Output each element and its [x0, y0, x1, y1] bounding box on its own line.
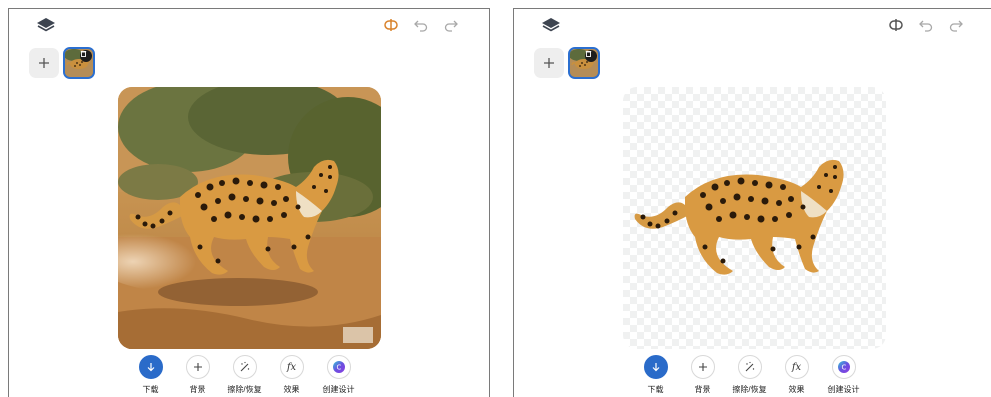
plus-icon	[544, 58, 554, 68]
svg-text:C: C	[336, 364, 341, 372]
effects-action[interactable]: fx 效果	[773, 355, 820, 395]
compare-icon[interactable]	[888, 18, 904, 32]
effects-action[interactable]: fx 效果	[268, 355, 315, 395]
action-bar: 下载 背景 擦除/恢复 fx 效果 C 创建设计	[632, 355, 867, 395]
create-design-label: 创建设计	[322, 385, 355, 394]
background-button[interactable]	[185, 355, 210, 379]
effects-label: 效果	[788, 385, 805, 394]
design-logo-icon: C	[332, 361, 345, 373]
image-thumbnail-row	[534, 47, 600, 79]
design-logo-icon: C	[837, 361, 850, 373]
leopard-photo	[118, 87, 381, 349]
create-design-label: 创建设计	[827, 385, 860, 394]
redo-icon[interactable]	[948, 18, 964, 32]
erase-restore-label: 擦除/恢复	[227, 385, 262, 394]
trash-icon	[585, 50, 592, 57]
delete-thumbnail-button[interactable]	[80, 50, 92, 62]
add-image-button[interactable]	[534, 48, 564, 78]
create-design-button[interactable]: C	[326, 355, 351, 379]
editor-panel-original: 下载 背景 擦除/恢复 fx 效果 C 创建设计	[8, 8, 490, 397]
effects-label: 效果	[283, 385, 300, 394]
effects-button[interactable]: fx	[279, 355, 304, 379]
background-action[interactable]: 背景	[174, 355, 221, 395]
trash-icon	[80, 50, 87, 57]
image-canvas[interactable]	[118, 87, 381, 349]
background-label: 背景	[189, 385, 206, 394]
svg-text:C: C	[841, 364, 846, 372]
delete-thumbnail-button[interactable]	[585, 50, 597, 62]
editor-panel-background-removed: 下载 背景 擦除/恢复 fx 效果 C 创建设计	[513, 8, 991, 397]
undo-icon[interactable]	[918, 18, 934, 32]
download-action[interactable]: 下载	[632, 355, 679, 395]
magic-wand-icon	[240, 361, 249, 372]
download-button[interactable]	[643, 355, 668, 379]
create-design-button[interactable]: C	[831, 355, 856, 379]
image-thumbnail[interactable]	[568, 47, 600, 79]
redo-icon[interactable]	[443, 18, 459, 32]
erase-restore-action[interactable]: 擦除/恢复	[221, 355, 268, 395]
add-image-button[interactable]	[29, 48, 59, 78]
erase-restore-button[interactable]	[232, 355, 257, 379]
erase-restore-action[interactable]: 擦除/恢复	[726, 355, 773, 395]
action-bar: 下载 背景 擦除/恢复 fx 效果 C 创建设计	[127, 355, 362, 395]
layers-icon[interactable]	[540, 16, 562, 34]
download-icon	[147, 363, 154, 372]
download-button[interactable]	[138, 355, 163, 379]
background-button[interactable]	[690, 355, 715, 379]
download-label: 下载	[647, 385, 664, 394]
download-action[interactable]: 下载	[127, 355, 174, 395]
image-thumbnail-row	[29, 47, 95, 79]
undo-icon[interactable]	[413, 18, 429, 32]
layers-icon[interactable]	[35, 16, 57, 34]
download-label: 下载	[142, 385, 159, 394]
create-design-action[interactable]: C 创建设计	[820, 355, 867, 395]
leopard-cutout	[634, 159, 844, 275]
download-icon	[652, 363, 659, 372]
fx-icon: fx	[791, 361, 802, 373]
erase-restore-label: 擦除/恢复	[732, 385, 767, 394]
erase-restore-button[interactable]	[737, 355, 762, 379]
plus-icon	[698, 363, 707, 371]
plus-icon	[193, 363, 202, 371]
image-thumbnail[interactable]	[63, 47, 95, 79]
image-canvas[interactable]	[623, 87, 886, 349]
magic-wand-icon	[745, 361, 754, 372]
history-toolbar	[383, 18, 459, 32]
create-design-action[interactable]: C 创建设计	[315, 355, 362, 395]
effects-button[interactable]: fx	[784, 355, 809, 379]
history-toolbar	[888, 18, 964, 32]
fx-icon: fx	[286, 361, 297, 373]
background-label: 背景	[694, 385, 711, 394]
plus-icon	[39, 58, 49, 68]
background-action[interactable]: 背景	[679, 355, 726, 395]
compare-icon[interactable]	[383, 18, 399, 32]
